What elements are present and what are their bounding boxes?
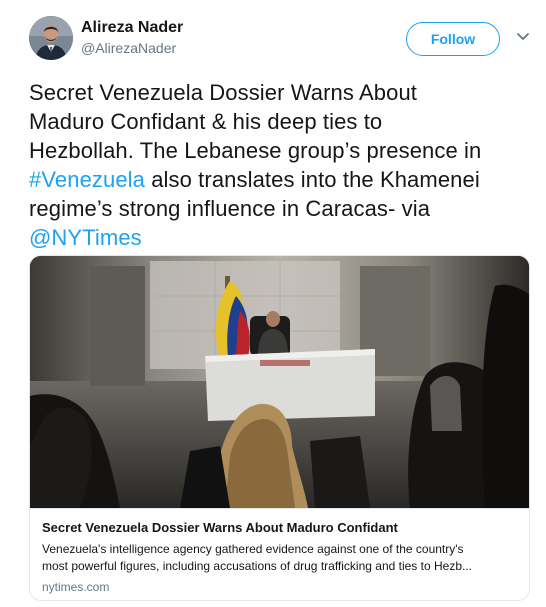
link-card[interactable]: Secret Venezuela Dossier Warns About Mad… [29, 255, 530, 601]
card-body[interactable]: Secret Venezuela Dossier Warns About Mad… [30, 508, 529, 600]
author-handle[interactable]: @AlirezaNader [81, 38, 183, 58]
tweet-text: Secret Venezuela Dossier Warns About Mad… [29, 78, 534, 252]
tweet-line: #Venezuela also translates into the Kham… [29, 165, 534, 194]
card-domain: nytimes.com [42, 580, 110, 594]
tweet-line: Hezbollah. The Lebanese group’s presence… [29, 138, 482, 163]
card-title[interactable]: Secret Venezuela Dossier Warns About Mad… [42, 519, 519, 537]
press-conference-photo [30, 256, 529, 508]
tweet-line: regime’s strong influence in Caracas- vi… [29, 196, 431, 221]
tweet-line-text: also translates into the Khamenei [145, 167, 480, 192]
tweet-line: Secret Venezuela Dossier Warns About [29, 80, 417, 105]
tweet-line: @NYTimes [29, 223, 534, 252]
chevron-down-icon[interactable] [515, 28, 531, 44]
author-info[interactable]: Alireza Nader @AlirezaNader [81, 18, 183, 58]
follow-button[interactable]: Follow [406, 22, 500, 56]
card-description-line: Venezuela's intelligence agency gathered… [42, 542, 464, 556]
card-description: Venezuela's intelligence agency gathered… [42, 541, 519, 575]
tweet-line: Maduro Confidant & his deep ties to [29, 109, 383, 134]
author-avatar[interactable] [29, 16, 73, 60]
avatar-image [29, 16, 73, 60]
card-image[interactable] [30, 256, 529, 508]
tweet-header: Alireza Nader @AlirezaNader Follow [29, 16, 534, 66]
hashtag-link[interactable]: #Venezuela [29, 167, 145, 192]
card-description-line: most powerful figures, including accusat… [42, 559, 473, 573]
author-name[interactable]: Alireza Nader [81, 18, 183, 38]
mention-link[interactable]: @NYTimes [29, 225, 142, 250]
